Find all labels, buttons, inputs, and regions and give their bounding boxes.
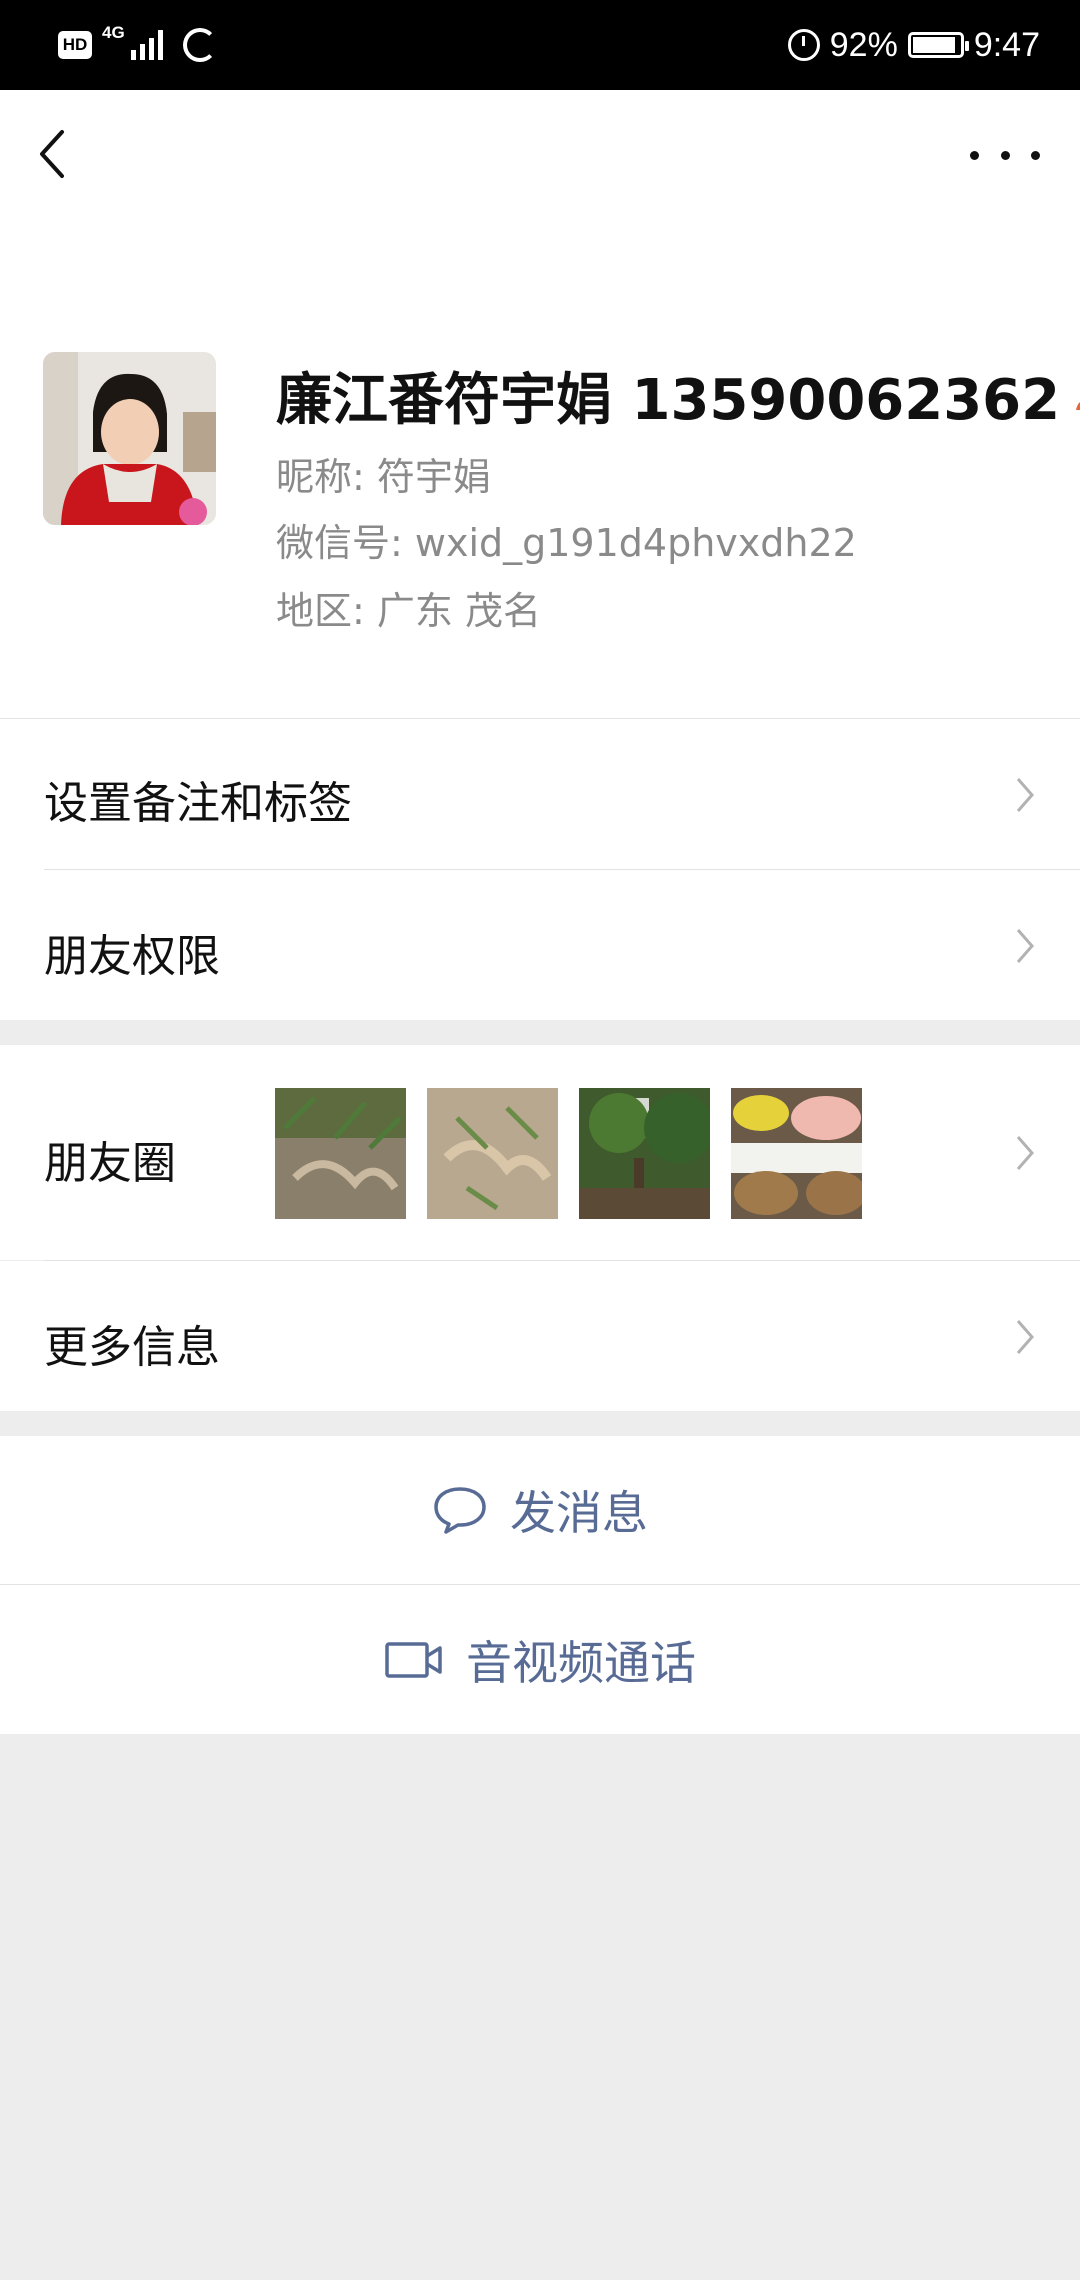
nickname-text: 昵称: 符宇娟 (276, 455, 491, 499)
avatar[interactable] (43, 352, 216, 525)
chat-bubble-icon (434, 1487, 486, 1534)
remark-label: 设置备注和标签 (44, 778, 352, 829)
contact-name: 廉江番符宇娟 13590062362 (276, 368, 1061, 433)
chevron-left-icon (40, 130, 64, 178)
chevron-right-icon (1016, 1136, 1034, 1170)
remark-cell[interactable]: 设置备注和标签 (0, 719, 1080, 869)
moment-photo[interactable] (427, 1088, 558, 1219)
network-type: 4G (102, 23, 125, 42)
more-info-cell[interactable]: 更多信息 (0, 1261, 1080, 1411)
moments-label: 朋友圈 (44, 1138, 176, 1189)
hd-badge: HD (58, 31, 92, 59)
more-button[interactable] (970, 130, 1040, 180)
status-right: 92% 9:47 (787, 18, 1040, 72)
region-text: 地区: 广东 茂名 (276, 589, 541, 633)
person-badge-icon (1076, 401, 1080, 410)
wechat-id-text: 微信号: wxid_g191d4phvxdh22 (276, 521, 857, 565)
permissions-cell[interactable]: 朋友权限 (0, 870, 1080, 1020)
video-call-button[interactable]: 音视频通话 (0, 1585, 1080, 1734)
alarm-icon (787, 29, 820, 61)
permissions-label: 朋友权限 (44, 931, 220, 982)
clock: 9:47 (973, 25, 1040, 64)
more-info-label: 更多信息 (44, 1322, 220, 1373)
ellipsis-icon (970, 150, 979, 160)
status-left: HD 4G (58, 22, 217, 68)
moment-photo[interactable] (731, 1088, 862, 1219)
signal-icon (130, 30, 163, 60)
video-call-label: 音视频通话 (466, 1635, 696, 1690)
send-message-button[interactable]: 发消息 (0, 1436, 1080, 1584)
chevron-right-icon (1016, 778, 1034, 812)
moments-thumbnails (275, 1088, 862, 1219)
back-button[interactable] (28, 120, 76, 188)
battery-icon (907, 32, 969, 58)
name-line: 廉江番符宇娟 13590062362 (276, 355, 1080, 436)
chevron-right-icon (1016, 1320, 1034, 1354)
moment-photo[interactable] (579, 1088, 710, 1219)
sync-icon (182, 28, 217, 62)
video-camera-icon (385, 1641, 442, 1678)
battery-percent: 92% (829, 25, 898, 64)
moment-photo[interactable] (275, 1088, 406, 1219)
status-bar: HD 4G 92% 9:47 (0, 0, 1080, 90)
chevron-right-icon (1016, 929, 1034, 963)
send-message-label: 发消息 (510, 1486, 648, 1540)
